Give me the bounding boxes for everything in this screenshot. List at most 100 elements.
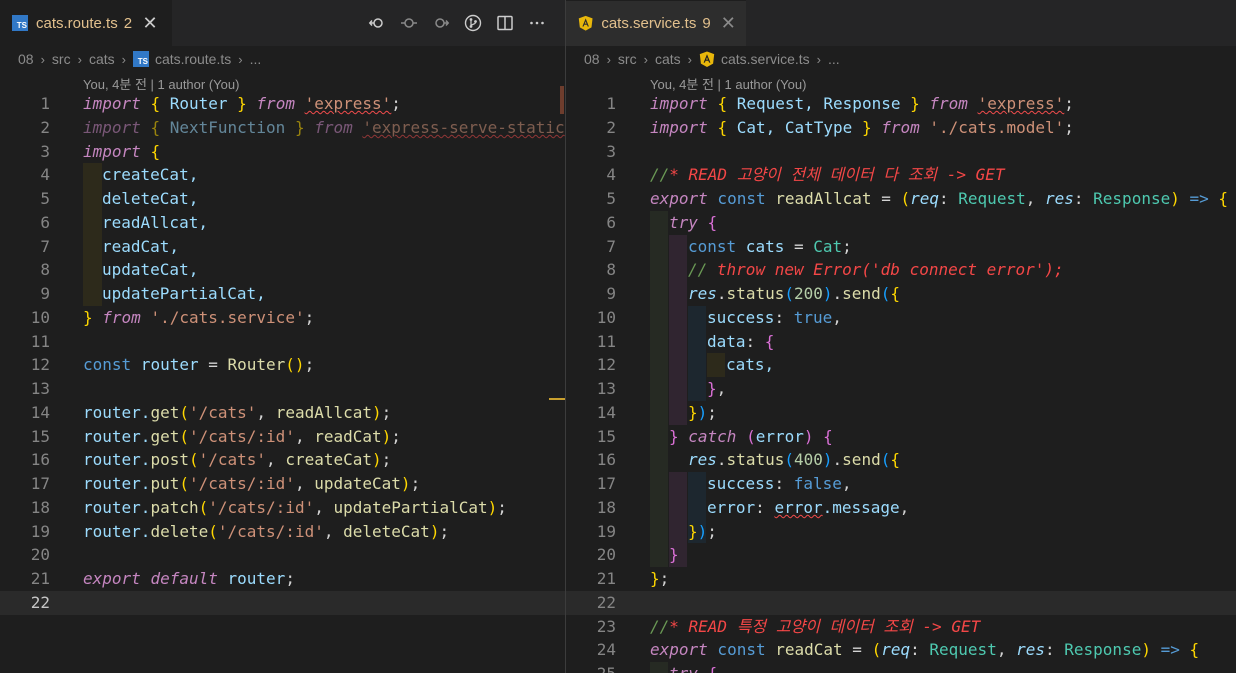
code-token: { (813, 426, 833, 446)
code-token: import { Router } from 'express'; (83, 92, 401, 116)
line-number: 9 (606, 284, 616, 303)
code-token: const (707, 640, 776, 660)
line-number: 16 (596, 450, 616, 470)
code-token: ( (188, 450, 199, 470)
code-line: 17 success: false, (566, 472, 1236, 496)
code-token: throw new Error('db connect error'); (716, 260, 1064, 280)
code-token: ; (439, 521, 450, 541)
code-token: ; (391, 426, 401, 446)
line-number: 13 (30, 379, 50, 398)
go-forward-icon[interactable] (431, 13, 451, 33)
code-line: 5 deleteCat, (0, 187, 565, 211)
git-blame-codelens[interactable]: You, 4분 전 | 1 author (You) (650, 74, 806, 93)
code-token: ) (822, 450, 833, 470)
line-number: 12 (30, 355, 50, 375)
split-editor-icon[interactable] (495, 13, 515, 33)
code-token: { (697, 212, 718, 232)
line-number: 11 (30, 331, 50, 351)
code-token: router.put('/cats/:id', updateCat); (83, 472, 420, 496)
code-token: ; (304, 307, 315, 327)
code-token: export default router; (83, 567, 295, 591)
tab-problem-count: 9 (702, 15, 711, 32)
code-editor[interactable]: You, 4분 전 | 1 author (You) 1 import { Req… (566, 72, 1236, 673)
scrollbar-thumb[interactable] (560, 86, 564, 114)
line-number: 15 (596, 426, 616, 446)
close-icon[interactable]: ✕ (721, 13, 736, 34)
line-number: 4 (40, 165, 50, 185)
code-line: 1 import { Router } from 'express'; (0, 92, 565, 116)
timeline-dot-icon[interactable] (399, 13, 419, 33)
code-token: try { (669, 662, 717, 673)
breadcrumb-item[interactable]: cats.service.ts (721, 51, 810, 67)
code-token: '/cats/:id' (208, 497, 315, 517)
code-token: //* READ 고양이 전체 데이터 다 조회 -> GET (650, 163, 1005, 187)
code-token: readCat (775, 640, 843, 660)
code-token: router.patch('/cats/:id', updatePartialC… (83, 496, 507, 520)
code-token: patch (150, 497, 199, 517)
code-token: '/cats/:id' (217, 521, 324, 541)
code-line: 20} (566, 543, 1236, 567)
code-line: 14}); (566, 401, 1236, 425)
code-token: } (83, 307, 93, 327)
source-control-icon[interactable] (463, 13, 483, 33)
more-actions-icon[interactable] (527, 13, 547, 33)
code-token: router.get('/cats', readAllcat); (83, 401, 391, 425)
breadcrumb-item[interactable]: cats (655, 51, 681, 67)
code-token: { (698, 664, 718, 673)
code-token: * READ 특정 고양이 데이터 조회 -> GET (669, 616, 981, 636)
code-token: ; (285, 569, 295, 588)
breadcrumb-item[interactable]: src (52, 51, 71, 67)
breadcrumb-item[interactable]: 08 (18, 51, 34, 67)
breadcrumb-item[interactable]: ... (250, 51, 262, 67)
breadcrumb-item[interactable]: ... (828, 51, 840, 67)
code-token: //* READ 특정 고양이 데이터 조회 -> GET (650, 615, 980, 639)
code-token: createCat (285, 450, 373, 470)
code-token: , (294, 426, 315, 446)
code-token: Router (160, 94, 238, 113)
left-editor-group: TS cats.route.ts 2 ✕ 08 › src › cats › T… (0, 0, 565, 673)
line-number: 7 (606, 236, 616, 256)
code-token: import { Request, Response } from 'expre… (650, 92, 1074, 116)
chevron-right-icon: › (77, 51, 82, 67)
code-token: true (793, 307, 833, 327)
line-number: 22 (596, 592, 616, 612)
code-token: } (669, 545, 679, 565)
typescript-file-icon: TS (12, 15, 28, 31)
breadcrumb-item[interactable]: cats (89, 51, 115, 67)
code-line: 24 export const readCat = (req: Request, … (566, 638, 1236, 662)
breadcrumb-item[interactable]: cats.route.ts (155, 51, 231, 67)
code-token: ( (179, 402, 189, 422)
tab-cats-route[interactable]: TS cats.route.ts 2 ✕ (0, 0, 172, 46)
line-number: 8 (40, 260, 50, 280)
code-token: put (150, 474, 180, 493)
git-blame-codelens[interactable]: You, 4분 전 | 1 author (You) (83, 74, 239, 93)
code-token: => (1179, 189, 1219, 208)
breadcrumb-item[interactable]: src (618, 51, 637, 67)
code-token: , (716, 379, 727, 398)
code-token: Cat, CatType (727, 117, 862, 137)
code-token: router (217, 569, 286, 588)
code-line: 4 //* READ 고양이 전체 데이터 다 조회 -> GET (566, 163, 1236, 187)
code-line: 9 updatePartialCat, (0, 282, 565, 306)
tab-cats-service[interactable]: cats.service.ts 9 ✕ (566, 0, 746, 46)
code-token: catch (678, 426, 747, 446)
line-number: 6 (606, 212, 616, 232)
code-line: 3 (566, 140, 1236, 164)
code-token: { (717, 94, 728, 113)
code-token: { (1218, 189, 1229, 208)
code-token: readCat, (102, 236, 180, 256)
code-token: ( (179, 474, 189, 493)
line-number: 5 (40, 189, 50, 208)
code-line: 8 updateCat, (0, 258, 565, 282)
breadcrumb-item[interactable]: 08 (584, 51, 600, 67)
close-icon[interactable]: ✕ (142, 13, 158, 34)
go-back-icon[interactable] (367, 13, 387, 33)
code-token: success (707, 307, 775, 327)
code-token: , (323, 521, 344, 541)
line-number: 6 (40, 212, 50, 232)
line-number: 3 (606, 141, 616, 161)
code-token: default (150, 569, 218, 588)
line-number: 19 (30, 521, 50, 541)
code-editor[interactable]: You, 4분 전 | 1 author (You) 1 import { Rou… (0, 72, 565, 673)
code-token: 'express' (977, 94, 1065, 113)
